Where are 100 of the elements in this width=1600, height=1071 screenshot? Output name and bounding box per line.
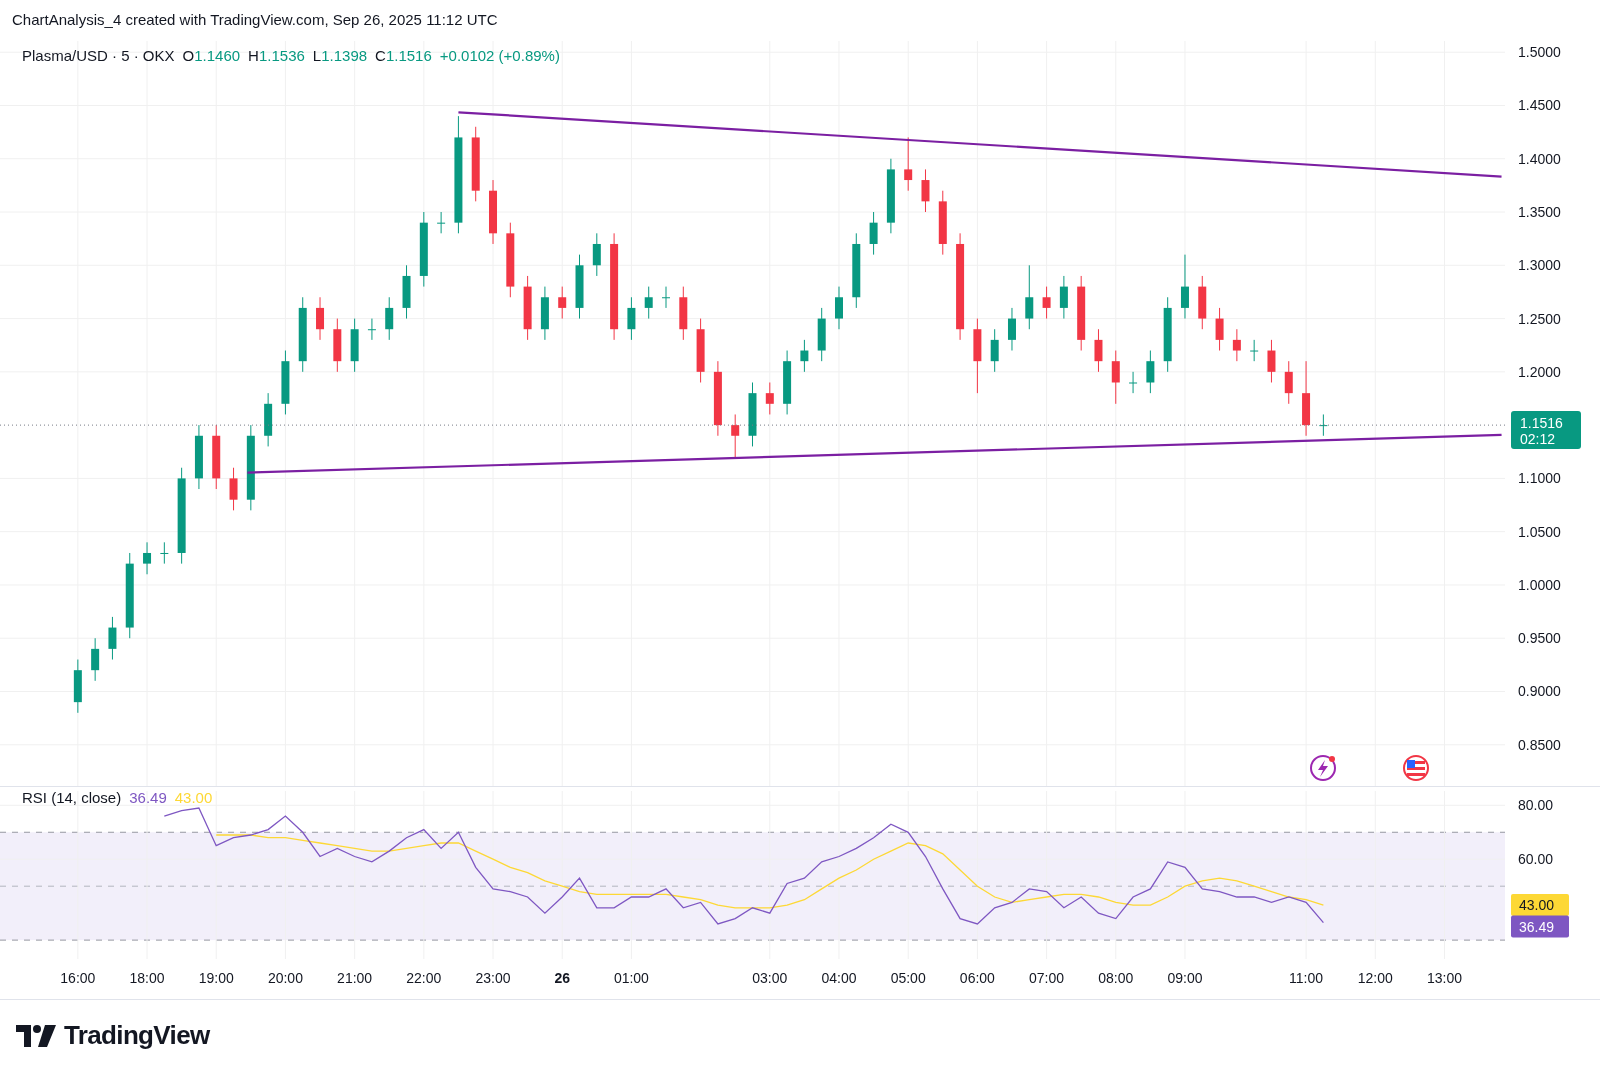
candle: [1198, 275, 1207, 330]
candle: [402, 264, 411, 320]
price-axis-label: 1.0500: [1518, 523, 1561, 540]
price-axis-label: 1.4500: [1518, 97, 1561, 114]
time-axis-label: 08:00: [1098, 970, 1134, 986]
price-axis-label: 1.5000: [1518, 44, 1561, 61]
time-axis-label: 01:00: [613, 970, 649, 986]
candle: [1232, 328, 1241, 362]
candle: [73, 659, 82, 714]
candle: [731, 413, 740, 458]
candle: [1250, 339, 1259, 362]
time-axis-label: 04:00: [821, 970, 857, 986]
rsi-axis-label: 80.00: [1518, 797, 1554, 814]
time-axis-label: 23:00: [475, 970, 511, 986]
candle: [108, 616, 117, 660]
candle: [869, 211, 878, 256]
candle: [1215, 307, 1224, 352]
candle: [592, 232, 601, 277]
candle: [212, 424, 221, 490]
price-axis-label: 1.3000: [1518, 257, 1561, 274]
time-axis-label: 26: [554, 970, 570, 986]
time-axis-label: 11:00: [1289, 970, 1324, 986]
rsi-axis-badge: 43.00: [1511, 894, 1569, 917]
candle: [385, 296, 394, 341]
chart-title: ChartAnalysis_4 created with TradingView.com, Sep 26, 2025 11:12 UTC: [12, 10, 498, 31]
candle: [91, 637, 100, 682]
price-axis-label: 0.9500: [1518, 630, 1561, 647]
candle: [194, 424, 203, 490]
candle: [523, 275, 532, 341]
candle: [644, 286, 653, 320]
time-axis-label: 09:00: [1167, 970, 1203, 986]
candle: [1129, 371, 1138, 394]
ohlc-value: O1.1460: [182, 46, 241, 66]
time-axis-label: 20:00: [267, 970, 303, 986]
candle: [575, 254, 584, 320]
candle: [679, 286, 688, 341]
candle: [1042, 286, 1051, 320]
ohlc-value: C1.1516: [375, 46, 432, 66]
candle: [540, 286, 549, 341]
candle: [696, 318, 705, 383]
rsi-axis-badge: 36.49: [1511, 915, 1569, 938]
candle: [835, 286, 843, 330]
last-price-badge: 1.1516 02:12: [1511, 411, 1581, 450]
time-axis-label: 16:00: [60, 970, 96, 986]
candle: [1008, 307, 1016, 352]
candle: [558, 286, 567, 320]
candle: [316, 296, 325, 341]
candle: [1146, 350, 1155, 394]
candle: [229, 467, 238, 511]
candle: [627, 296, 636, 341]
candle: [264, 392, 273, 447]
candle: [350, 318, 359, 373]
lightning-event-icon[interactable]: [1310, 755, 1336, 781]
time-axis-label: 18:00: [129, 970, 165, 986]
time-axis-label: 19:00: [198, 970, 234, 986]
time-axis-label: 05:00: [890, 970, 926, 986]
ohlc-value: L1.1398: [312, 46, 368, 66]
candle: [1059, 275, 1068, 320]
candle: [1267, 339, 1276, 383]
rsi-label: RSI (14, close): [22, 788, 122, 808]
time-axis-label: 22:00: [406, 970, 442, 986]
flag-event-icon[interactable]: [1403, 755, 1429, 781]
candle: [143, 541, 152, 575]
candle: [1180, 254, 1189, 320]
price-axis-label: 1.2000: [1518, 363, 1561, 380]
candle: [489, 179, 497, 245]
time-axis-label: 13:00: [1426, 970, 1462, 986]
candle: [765, 382, 774, 415]
candle: [367, 318, 376, 341]
candle: [990, 328, 999, 373]
price-axis-label: 1.4000: [1518, 150, 1561, 167]
price-axis-label: 1.1000: [1518, 470, 1561, 487]
candle: [783, 350, 792, 415]
time-axis-label: 07:00: [1029, 970, 1065, 986]
rsi-legend-value: 36.49: [129, 788, 167, 808]
brand-logo-icon: [16, 1024, 56, 1047]
candle: [1111, 350, 1120, 405]
price-axis-label: 1.0000: [1518, 576, 1561, 593]
price-axis-label: 0.8500: [1518, 736, 1561, 753]
candle: [437, 211, 446, 234]
brand-name: TradingView: [64, 1019, 210, 1052]
candle: [1025, 264, 1034, 330]
price-axis-label: 1.2500: [1518, 310, 1561, 327]
candle: [333, 318, 342, 373]
candle: [662, 286, 670, 309]
time-axis-label: 06:00: [959, 970, 995, 986]
candle: [817, 307, 826, 362]
candle: [904, 136, 913, 192]
price-axis-label: 1.3500: [1518, 204, 1561, 220]
candle: [1094, 328, 1103, 373]
ohlc-value: H1.1536: [248, 46, 305, 66]
candle: [938, 190, 947, 256]
candle: [800, 339, 809, 373]
time-axis-label: 03:00: [752, 970, 788, 986]
candle: [160, 541, 169, 565]
rsi-legend-value: 43.00: [174, 788, 213, 808]
price-axis-label: 0.9000: [1518, 683, 1561, 700]
symbol-label: Plasma/USD · 5 · OKX: [22, 46, 175, 66]
time-axis-label: 21:00: [337, 970, 373, 986]
price-change: +0.0102 (+0.89%): [439, 46, 560, 66]
